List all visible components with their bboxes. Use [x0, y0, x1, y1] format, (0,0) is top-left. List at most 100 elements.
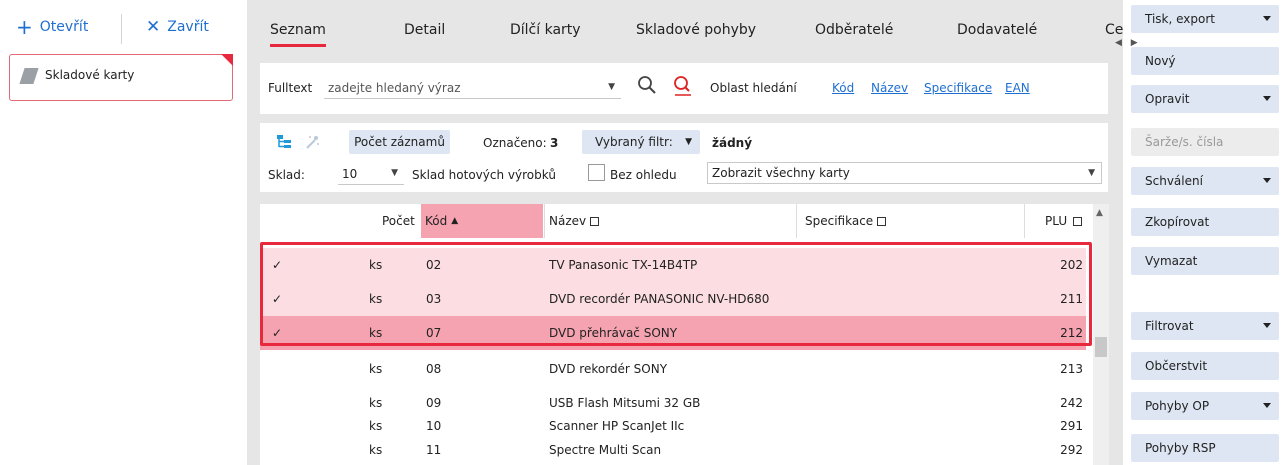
- warehouse-select[interactable]: 10 ▼: [338, 163, 404, 185]
- row-plu: 292: [1060, 443, 1083, 457]
- delete-label: Vymazat: [1145, 254, 1198, 268]
- row-plu: 291: [1060, 419, 1083, 433]
- new-label: Nový: [1145, 54, 1176, 68]
- row-name: DVD rekordér SONY: [549, 362, 668, 376]
- clear-search-icon[interactable]: [672, 75, 694, 97]
- movements-op-label: Pohyby OP: [1145, 399, 1210, 413]
- col-header-plu[interactable]: PLU: [1024, 204, 1093, 238]
- delete-button[interactable]: Vymazat: [1131, 247, 1279, 275]
- col-header-plu-label: PLU: [1045, 214, 1068, 228]
- display-value: Zobrazit všechny karty: [712, 166, 850, 180]
- copy-button[interactable]: Zkopírovat: [1131, 208, 1279, 236]
- row-name: Spectre Multi Scan: [549, 443, 662, 457]
- record-count-button[interactable]: Počet záznamů: [349, 130, 450, 154]
- search-area-code[interactable]: Kód: [832, 81, 854, 95]
- new-button[interactable]: Nový: [1131, 47, 1279, 75]
- col-header-spec[interactable]: Specifikace: [796, 204, 1024, 238]
- marked-label: Označeno:: [483, 136, 547, 150]
- row-unit: ks: [369, 419, 383, 433]
- edit-label: Opravit: [1145, 92, 1190, 106]
- table-row[interactable]: ks 11 Spectre Multi Scan 292: [260, 433, 1086, 465]
- col-header-name[interactable]: Název: [544, 204, 794, 238]
- marked-count: 3: [550, 136, 559, 150]
- row-unit: ks: [369, 362, 383, 376]
- open-label: Otevřít: [39, 19, 89, 35]
- movements-op-button[interactable]: Pohyby OP: [1131, 392, 1279, 420]
- batch-serial-label: Šarže/s. čísla: [1145, 135, 1224, 149]
- search-icon[interactable]: [637, 75, 657, 95]
- approval-button[interactable]: Schválení: [1131, 167, 1279, 195]
- row-code: 10: [426, 419, 442, 433]
- search-area-ean[interactable]: EAN: [1005, 81, 1030, 95]
- row-code: 09: [426, 396, 442, 410]
- edit-button[interactable]: Opravit: [1131, 85, 1279, 113]
- tab-seznam[interactable]: Seznam: [270, 22, 326, 47]
- caret-down-icon: [1263, 96, 1271, 101]
- tab-odberatele[interactable]: Odběratelé: [815, 22, 893, 38]
- col-header-spec-label: Specifikace: [805, 214, 874, 228]
- chevron-down-icon: ▼: [685, 137, 692, 147]
- row-plu: 213: [1060, 362, 1083, 376]
- tab-dilci-karty[interactable]: Dílčí karty: [510, 22, 581, 38]
- active-corner-marker: [221, 54, 233, 66]
- filter-box-icon: [1073, 216, 1083, 226]
- tab-dodavatele[interactable]: Dodavatelé: [957, 22, 1037, 38]
- movements-rsp-label: Pohyby RSP: [1145, 441, 1216, 455]
- col-header-code[interactable]: Kód ▲: [421, 204, 543, 238]
- col-header-code-label: Kód: [425, 214, 448, 228]
- vertical-scrollbar[interactable]: ▲: [1093, 204, 1109, 465]
- scrollbar-thumb[interactable]: [1095, 337, 1107, 357]
- magic-wand-icon[interactable]: [304, 134, 320, 150]
- scroll-up-icon[interactable]: ▲: [1096, 208, 1103, 218]
- search-area-label: Oblast hledání: [710, 81, 797, 95]
- filter-button[interactable]: Filtrovat: [1131, 312, 1279, 340]
- print-export-button[interactable]: Tisk, export: [1131, 5, 1279, 33]
- fulltext-input[interactable]: zadejte hledaný výraz ▼: [324, 77, 621, 99]
- tab-cenik[interactable]: Cer: [1105, 22, 1123, 38]
- table-row[interactable]: ks 08 DVD rekordér SONY 213: [260, 352, 1086, 386]
- ignore-checkbox[interactable]: [588, 164, 605, 181]
- copy-label: Zkopírovat: [1145, 215, 1210, 229]
- search-area-spec[interactable]: Specifikace: [924, 81, 992, 95]
- agenda-icon: [19, 68, 39, 84]
- search-area-name[interactable]: Název: [871, 81, 908, 95]
- fulltext-label: Fulltext: [268, 81, 313, 95]
- refresh-button[interactable]: Občerstvit: [1131, 352, 1279, 380]
- row-name: Scanner HP ScanJet IIc: [549, 419, 685, 433]
- chevron-down-icon: ▼: [1088, 168, 1095, 178]
- col-header-count[interactable]: Počet: [382, 204, 415, 238]
- row-code: 11: [426, 443, 442, 457]
- warehouse-name: Sklad hotových výrobků: [412, 168, 556, 182]
- col-header-name-label: Název: [549, 214, 587, 228]
- warehouse-label: Sklad:: [268, 168, 305, 182]
- tab-detail[interactable]: Detail: [404, 22, 445, 38]
- tab-skladove-pohyby[interactable]: Skladové pohyby: [636, 22, 756, 38]
- movements-rsp-button[interactable]: Pohyby RSP: [1131, 434, 1279, 462]
- selected-filter-label: Vybraný filtr:: [595, 135, 673, 149]
- tree-view-icon[interactable]: [276, 134, 292, 150]
- warehouse-value: 10: [342, 166, 358, 181]
- print-export-label: Tisk, export: [1145, 12, 1215, 26]
- row-name: USB Flash Mitsumi 32 GB: [549, 396, 701, 410]
- row-plu: 242: [1060, 396, 1083, 410]
- refresh-label: Občerstvit: [1145, 359, 1208, 373]
- close-button[interactable]: ✕ Zavřít: [146, 14, 209, 40]
- fulltext-placeholder: zadejte hledaný výraz: [328, 80, 461, 95]
- chevron-down-icon: ▼: [391, 168, 398, 178]
- approval-label: Schválení: [1145, 174, 1203, 188]
- caret-down-icon: [1263, 323, 1271, 328]
- toolbar-divider: [121, 14, 122, 44]
- plus-icon: +: [16, 15, 33, 39]
- row-unit: ks: [369, 443, 383, 457]
- batch-serial-button[interactable]: Šarže/s. čísla: [1131, 128, 1279, 156]
- filter-box-icon: [877, 216, 887, 226]
- row-code: 08: [426, 362, 442, 376]
- open-agenda-card[interactable]: Skladové karty: [9, 54, 233, 101]
- caret-down-icon: [1263, 178, 1271, 183]
- open-button[interactable]: + Otevřít: [16, 14, 88, 40]
- selection-highlight-frame: [260, 242, 1092, 346]
- selected-filter-dropdown[interactable]: Vybraný filtr: ▼: [582, 130, 700, 154]
- display-select[interactable]: Zobrazit všechny karty ▼: [707, 162, 1102, 184]
- close-label: Zavřít: [167, 19, 209, 35]
- close-icon: ✕: [146, 17, 161, 37]
